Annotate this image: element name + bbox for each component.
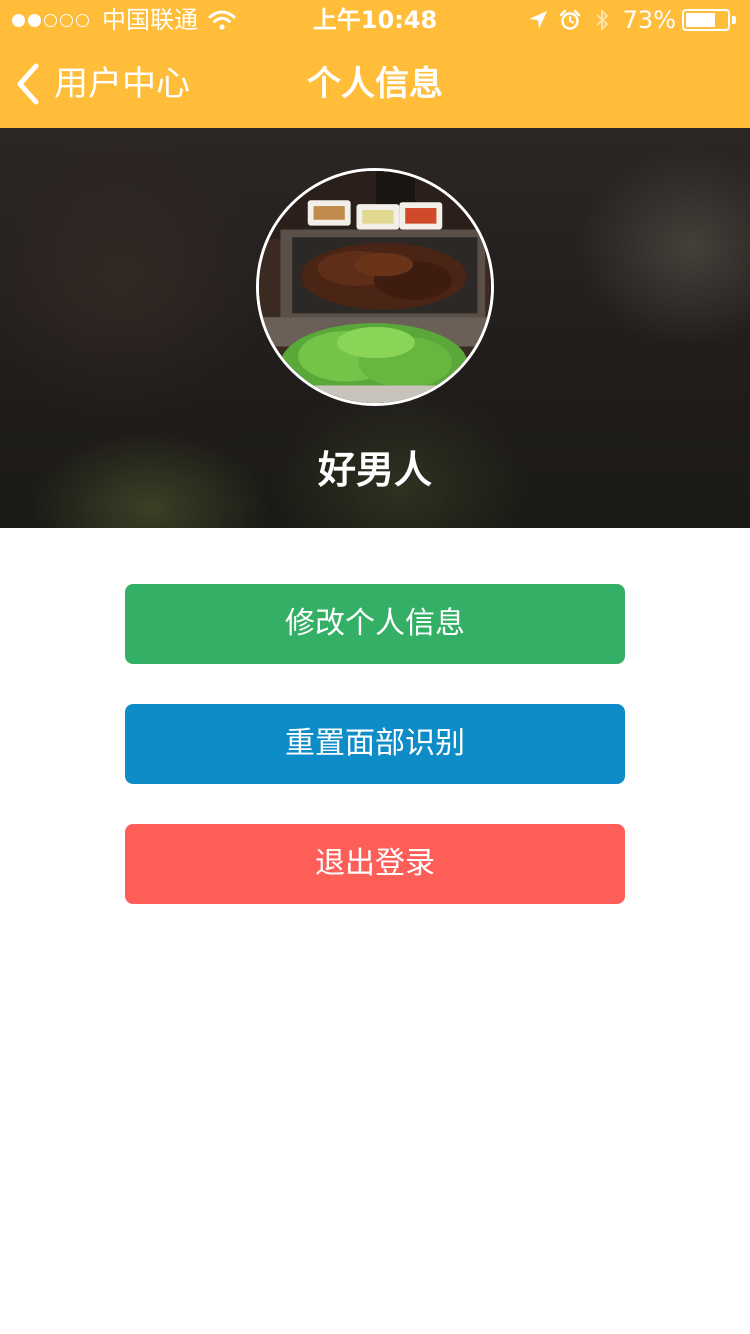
- profile-header: 好男人: [0, 128, 750, 528]
- status-right: 73%: [517, 6, 736, 34]
- signal-dot: [44, 13, 57, 27]
- status-bar: 中国联通 上午10:48 73%: [0, 0, 750, 40]
- signal-dot: [12, 13, 25, 27]
- edit-profile-button[interactable]: 修改个人信息: [125, 584, 625, 664]
- battery-fill: [686, 13, 716, 27]
- alarm-icon: [559, 9, 581, 31]
- back-button[interactable]: 用户中心: [14, 58, 190, 110]
- carrier-name: 中国联通: [102, 6, 198, 34]
- action-buttons: 修改个人信息 重置面部识别 退出登录: [125, 584, 625, 944]
- avatar[interactable]: [256, 168, 494, 406]
- battery-cap: [732, 16, 736, 24]
- battery-percent: 73%: [622, 6, 676, 34]
- reset-face-recognition-button[interactable]: 重置面部识别: [125, 704, 625, 784]
- chevron-left-icon: [14, 62, 42, 106]
- nav-bar: 用户中心 个人信息: [0, 40, 750, 128]
- bluetooth-icon: [591, 8, 613, 32]
- wifi-icon: [208, 9, 236, 31]
- signal-dot: [28, 13, 41, 27]
- signal-dot: [76, 13, 89, 27]
- username: 好男人: [317, 448, 432, 492]
- battery-icon: [682, 9, 730, 31]
- status-left: 中国联通: [12, 6, 236, 34]
- location-arrow-icon: [527, 9, 549, 31]
- food-photo-icon: [259, 171, 491, 403]
- back-label: 用户中心: [54, 64, 190, 104]
- logout-button[interactable]: 退出登录: [125, 824, 625, 904]
- signal-strength-icon: [12, 13, 92, 27]
- signal-dot: [60, 13, 73, 27]
- top-bar: 中国联通 上午10:48 73% 用户中心 个人信息: [0, 0, 750, 128]
